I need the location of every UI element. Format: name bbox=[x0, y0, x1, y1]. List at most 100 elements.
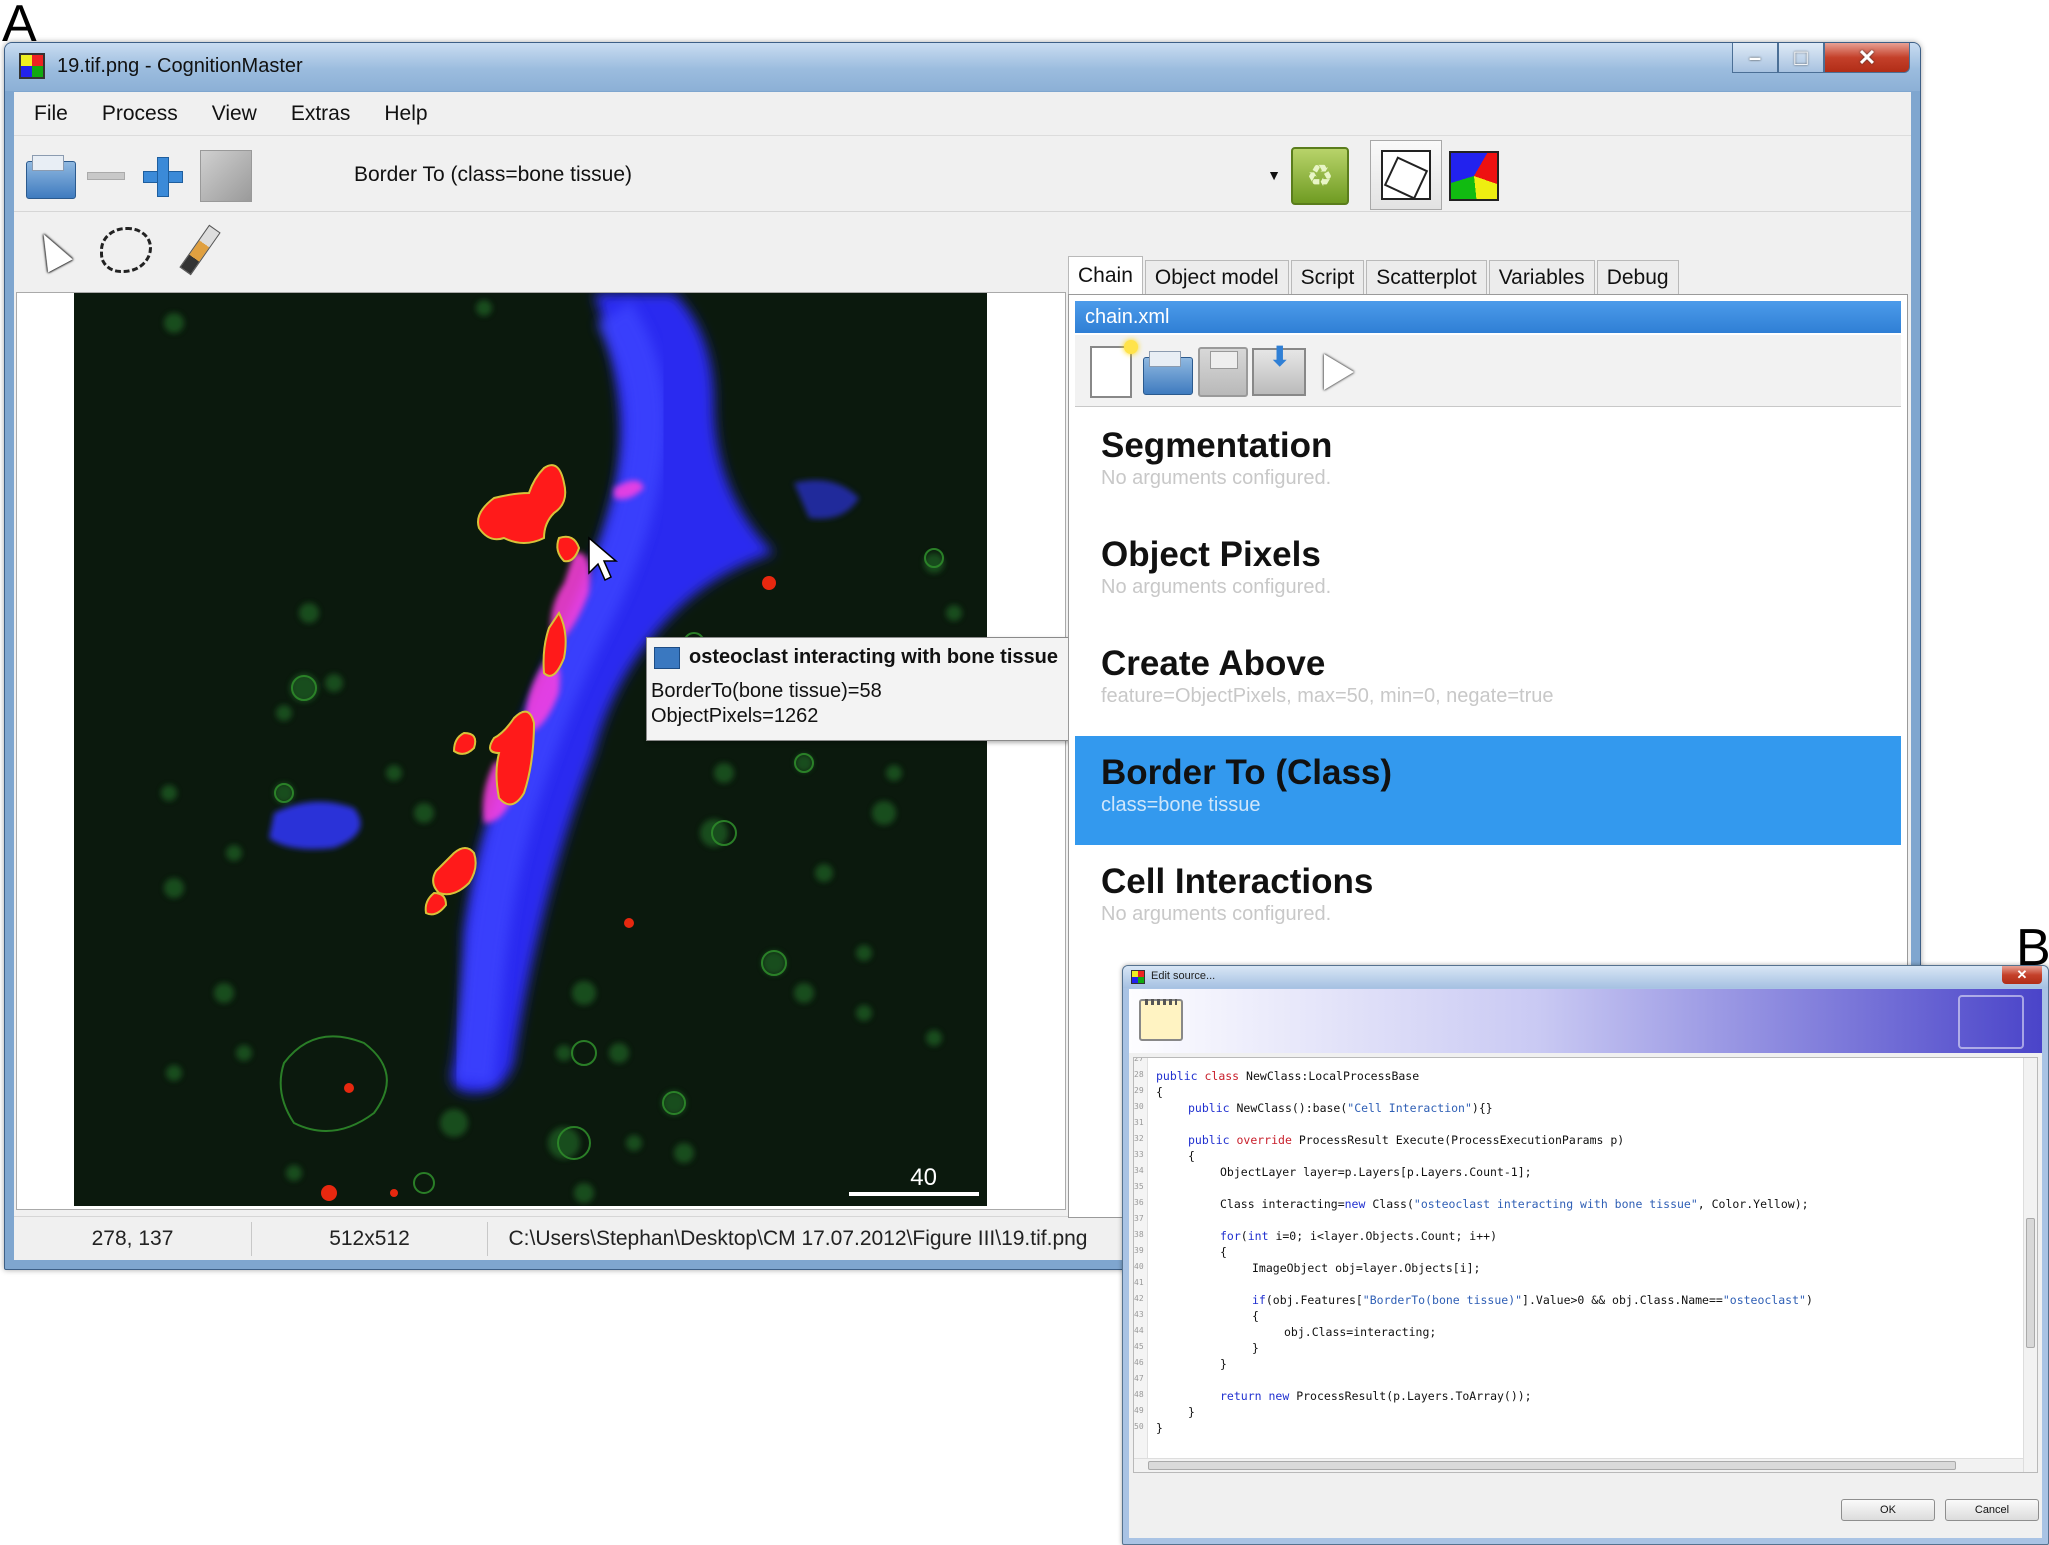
zoom-in-icon bbox=[143, 157, 183, 197]
code-line: { bbox=[1220, 1245, 1227, 1259]
code-token: Class( bbox=[1372, 1197, 1414, 1211]
process-selector[interactable]: Border To (class=bone tissue) ▼ bbox=[354, 150, 1284, 200]
recycle-bin-icon: ♻ bbox=[1291, 147, 1349, 205]
tab-debug[interactable]: Debug bbox=[1596, 260, 1679, 294]
fit-window-button[interactable] bbox=[196, 146, 256, 206]
scale-bar bbox=[849, 1192, 979, 1196]
import-icon bbox=[1252, 340, 1306, 396]
title-bar[interactable]: 19.tif.png - CognitionMaster – □ ✕ bbox=[5, 43, 1920, 91]
menu-help[interactable]: Help bbox=[384, 102, 427, 126]
lasso-tool[interactable] bbox=[96, 220, 156, 280]
step-args: feature=ObjectPixels, max=50, min=0, neg… bbox=[1101, 685, 1554, 707]
horizontal-scrollbar[interactable] bbox=[1134, 1458, 2023, 1472]
code-token: class bbox=[1204, 1069, 1240, 1083]
code-token: if bbox=[1252, 1293, 1266, 1307]
tab-variables[interactable]: Variables bbox=[1488, 260, 1595, 294]
code-line: } bbox=[1220, 1357, 1227, 1371]
segment-outline-toggle[interactable] bbox=[1370, 140, 1442, 210]
step-name: Border To (Class) bbox=[1101, 753, 1393, 792]
menu-process[interactable]: Process bbox=[102, 102, 178, 126]
line-number: 28 bbox=[1134, 1070, 1144, 1079]
code-token: override bbox=[1236, 1133, 1292, 1147]
scroll-thumb[interactable] bbox=[1148, 1461, 1956, 1470]
chain-step-object-pixels[interactable]: Object Pixels No arguments configured. bbox=[1075, 518, 1901, 627]
image-viewer[interactable]: 40 bbox=[16, 292, 1066, 1210]
close-button[interactable]: ✕ bbox=[2002, 966, 2042, 984]
menu-view[interactable]: View bbox=[212, 102, 257, 126]
line-number: 49 bbox=[1134, 1406, 1144, 1415]
chevron-down-icon[interactable]: ▼ bbox=[1264, 167, 1284, 183]
menu-file[interactable]: File bbox=[34, 102, 68, 126]
code-token: "osteoclast" bbox=[1722, 1293, 1806, 1307]
save-chain-button[interactable] bbox=[1193, 343, 1253, 401]
cancel-button[interactable]: Cancel bbox=[1945, 1499, 2039, 1521]
line-number: 32 bbox=[1134, 1134, 1144, 1143]
tool-palette bbox=[14, 214, 1074, 286]
edit-source-window: Edit source... ✕ 27 28 29 30 31 32 33 34… bbox=[1122, 965, 2049, 1545]
pointer-tool[interactable] bbox=[22, 220, 82, 280]
line-number: 31 bbox=[1134, 1118, 1144, 1127]
code-editor[interactable]: 27 28 29 30 31 32 33 34 35 36 37 38 39 4… bbox=[1133, 1057, 2038, 1473]
zoom-in-button[interactable] bbox=[132, 146, 192, 206]
object-tooltip: osteoclast interacting with bone tissue … bbox=[646, 637, 1083, 741]
microscopy-image[interactable]: 40 bbox=[74, 293, 987, 1206]
scroll-thumb[interactable] bbox=[2026, 1218, 2035, 1348]
ok-button[interactable]: OK bbox=[1841, 1499, 1935, 1521]
code-line: { bbox=[1252, 1309, 1259, 1323]
code-line: Class interacting=new Class("osteoclast … bbox=[1220, 1196, 1809, 1212]
chain-step-segmentation[interactable]: Segmentation No arguments configured. bbox=[1075, 409, 1901, 518]
line-number: 41 bbox=[1134, 1278, 1144, 1287]
microscopy-image-drawing bbox=[74, 293, 987, 1206]
line-number: 44 bbox=[1134, 1326, 1144, 1335]
code-line: public override ProcessResult Execute(Pr… bbox=[1188, 1132, 1624, 1148]
menu-extras[interactable]: Extras bbox=[291, 102, 351, 126]
code-token: (obj.Features[ bbox=[1265, 1293, 1363, 1307]
tab-script[interactable]: Script bbox=[1290, 260, 1365, 294]
play-icon bbox=[1324, 354, 1354, 390]
close-button[interactable]: ✕ bbox=[1824, 43, 1910, 73]
code-token: for bbox=[1220, 1229, 1241, 1243]
chain-step-border-to-class[interactable]: Border To (Class) class=bone tissue bbox=[1075, 736, 1901, 845]
new-chain-button[interactable] bbox=[1081, 340, 1141, 401]
zoom-out-icon bbox=[87, 172, 125, 180]
app-icon bbox=[19, 53, 45, 79]
code-token: ( bbox=[1240, 1229, 1248, 1243]
notepad-icon bbox=[1139, 999, 1183, 1041]
code-token: new bbox=[1268, 1389, 1290, 1403]
line-number: 34 bbox=[1134, 1166, 1144, 1175]
run-chain-button[interactable] bbox=[1309, 343, 1369, 401]
code-token: public bbox=[1156, 1069, 1198, 1083]
code-token: "osteoclast interacting with bone tissue… bbox=[1413, 1197, 1698, 1211]
code-token: public bbox=[1188, 1101, 1230, 1115]
chain-toolbar bbox=[1075, 335, 1901, 407]
title-bar[interactable]: Edit source... ✕ bbox=[1123, 966, 2048, 988]
import-button[interactable] bbox=[1249, 340, 1309, 401]
code-line: } bbox=[1188, 1405, 1195, 1419]
tab-object-model[interactable]: Object model bbox=[1144, 260, 1289, 294]
brush-tool[interactable] bbox=[170, 220, 230, 280]
maximize-button[interactable]: □ bbox=[1778, 43, 1824, 73]
editor-banner bbox=[1129, 989, 2042, 1053]
status-coordinates: 278, 137 bbox=[14, 1221, 252, 1256]
chain-step-cell-interactions[interactable]: Cell Interactions No arguments configure… bbox=[1075, 845, 1901, 954]
tooltip-border-to: BorderTo(bone tissue)=58 bbox=[651, 680, 882, 702]
chain-step-create-above[interactable]: Create Above feature=ObjectPixels, max=5… bbox=[1075, 627, 1901, 736]
code-token: ) bbox=[1805, 1293, 1813, 1307]
open-folder-icon bbox=[1143, 351, 1193, 395]
tab-scatterplot[interactable]: Scatterplot bbox=[1366, 260, 1487, 294]
segment-colors-toggle[interactable] bbox=[1444, 146, 1504, 206]
open-chain-button[interactable] bbox=[1137, 343, 1197, 401]
line-number: 42 bbox=[1134, 1294, 1144, 1303]
line-number: 29 bbox=[1134, 1086, 1144, 1095]
status-file-path: C:\Users\Stephan\Desktop\CM 17.07.2012\F… bbox=[508, 1226, 1088, 1250]
vertical-scrollbar[interactable] bbox=[2023, 1058, 2037, 1472]
code-line: { bbox=[1156, 1085, 1163, 1099]
zoom-out-button[interactable] bbox=[76, 146, 136, 206]
recycle-button[interactable]: ♻ bbox=[1290, 146, 1350, 206]
tab-chain[interactable]: Chain bbox=[1068, 256, 1143, 294]
open-button[interactable] bbox=[20, 146, 80, 206]
line-number: 38 bbox=[1134, 1230, 1144, 1239]
code-token: return bbox=[1220, 1389, 1262, 1403]
minimize-button[interactable]: – bbox=[1732, 43, 1778, 73]
line-number: 50 bbox=[1134, 1422, 1144, 1431]
